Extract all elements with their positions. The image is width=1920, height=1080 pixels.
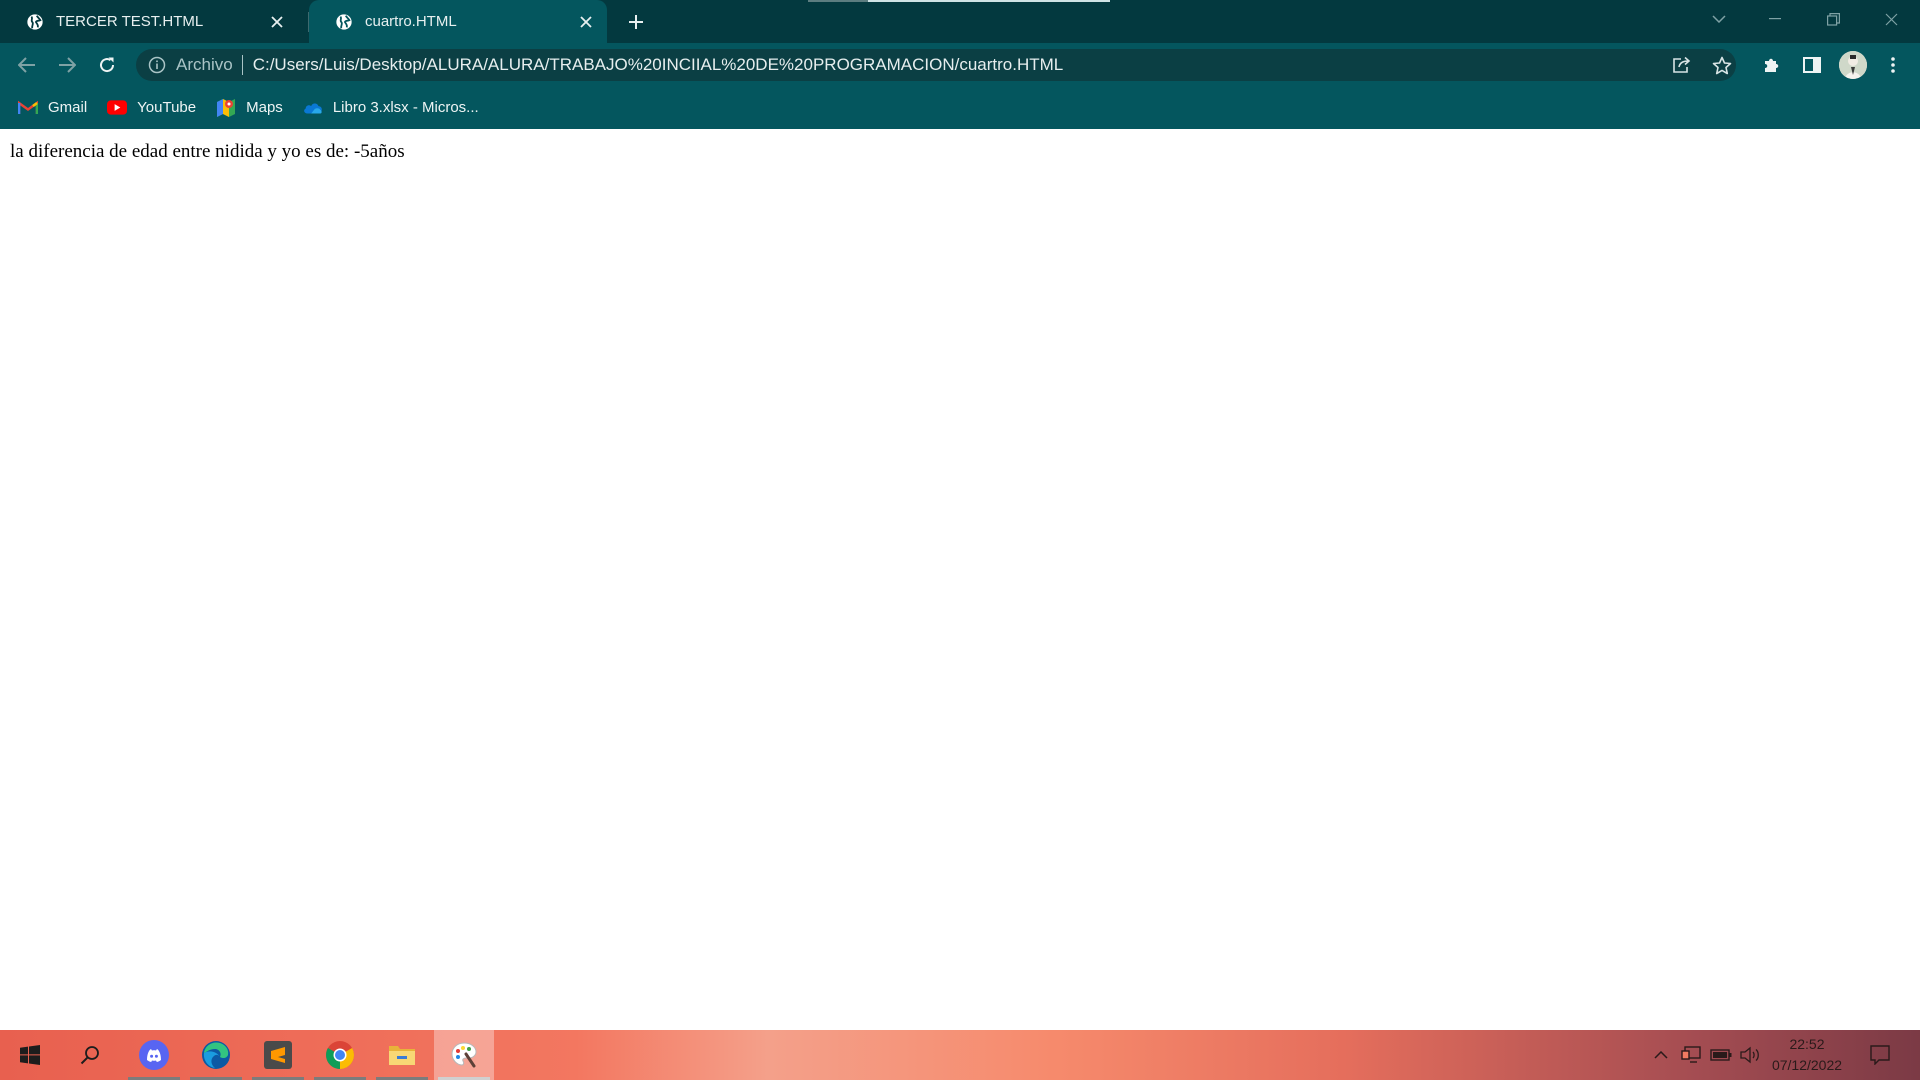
volume-button[interactable] (1736, 1030, 1766, 1080)
taskbar: 22:52 07/12/2022 (0, 1030, 1920, 1080)
file-explorer-icon (389, 1046, 415, 1065)
close-tab-button[interactable] (262, 7, 292, 37)
arrow-left-icon (18, 57, 35, 73)
side-panel-icon (1803, 57, 1821, 73)
clock-time: 22:52 (1789, 1036, 1825, 1052)
taskbar-chrome[interactable] (310, 1030, 370, 1080)
avatar-icon (1839, 51, 1867, 79)
edge-icon (202, 1041, 230, 1069)
bookmark-label: YouTube (137, 99, 197, 116)
close-icon (580, 15, 592, 28)
taskbar-paint[interactable] (434, 1030, 494, 1080)
network-button[interactable] (1676, 1030, 1706, 1080)
taskbar-discord[interactable] (124, 1030, 184, 1080)
bookmark-label: Libro 3.xlsx - Micros... (332, 99, 479, 116)
menu-button[interactable] (1876, 48, 1910, 82)
notifications-button[interactable] (1862, 1030, 1898, 1080)
back-button[interactable] (10, 48, 44, 82)
page-content: la diferencia de edad entre nidida y yo … (0, 129, 1920, 1030)
clock[interactable]: 22:52 07/12/2022 (1764, 1034, 1850, 1076)
tab-search-button[interactable] (1692, 0, 1746, 38)
globe-icon (27, 13, 43, 30)
restore-icon (1826, 12, 1840, 26)
bookmark-star-button[interactable] (1705, 48, 1739, 82)
battery-icon (1710, 1049, 1732, 1061)
forward-button[interactable] (50, 48, 84, 82)
tab-title: TERCER TEST.HTML (56, 13, 204, 30)
taskbar-file-explorer[interactable] (372, 1030, 432, 1080)
taskbar-sublime-text[interactable] (248, 1030, 308, 1080)
taskbar-edge[interactable] (186, 1030, 246, 1080)
onedrive-icon (303, 98, 323, 118)
window-edge-marker (808, 0, 868, 2)
gmail-icon (18, 98, 38, 118)
avatar (1839, 51, 1867, 79)
start-icon (20, 1045, 40, 1065)
plus-icon (629, 15, 643, 29)
address-url[interactable]: C:/Users/Luis/Desktop/ALURA/ALURA/TRABAJ… (253, 55, 1064, 75)
close-window-button[interactable] (1864, 0, 1918, 38)
show-hidden-icons-button[interactable] (1646, 1030, 1676, 1080)
info-icon (148, 56, 166, 74)
chrome-icon (326, 1041, 354, 1069)
puzzle-icon (1765, 58, 1779, 72)
bookmark-label: Gmail (48, 99, 88, 116)
youtube-icon (107, 98, 128, 118)
bookmark-libro3[interactable]: Libro 3.xlsx - Micros... (303, 93, 479, 123)
address-scheme-label: Archivo (176, 55, 233, 74)
chevron-down-icon (1712, 15, 1726, 23)
address-bar[interactable]: Archivo C:/Users/Luis/Desktop/ALURA/ALUR… (136, 49, 1736, 81)
volume-icon (1740, 1046, 1759, 1064)
battery-button[interactable] (1706, 1030, 1736, 1080)
close-tab-button[interactable] (571, 7, 601, 37)
tab-strip: TERCER TEST.HTML cuartro.HTML (0, 0, 1920, 43)
taskbar-search-button[interactable] (60, 1030, 120, 1080)
kebab-menu-icon (1891, 57, 1895, 73)
bookmarks-bar: Gmail YouTube Maps Libro 3.xlsx - Micros… (0, 86, 1920, 129)
maps-icon (216, 98, 236, 118)
share-button[interactable] (1665, 48, 1699, 82)
paint-icon (451, 1042, 477, 1068)
share-icon (1673, 56, 1691, 73)
clock-date: 07/12/2022 (1771, 1057, 1843, 1073)
extensions-button[interactable] (1755, 48, 1789, 82)
reload-icon (100, 57, 115, 73)
globe-icon (336, 13, 352, 30)
restore-button[interactable] (1806, 0, 1860, 38)
star-icon (1712, 56, 1732, 74)
profile-button[interactable] (1836, 48, 1870, 82)
address-divider (241, 55, 243, 75)
notification-icon (1870, 1045, 1890, 1065)
tab-title: cuartro.HTML (365, 13, 457, 30)
new-tab-button[interactable] (620, 6, 652, 38)
tab-tercer-test[interactable]: TERCER TEST.HTML (0, 0, 298, 43)
page-text: la diferencia de edad entre nidida y yo … (10, 141, 405, 162)
tab-cuartro[interactable]: cuartro.HTML (309, 0, 607, 43)
close-icon (271, 15, 283, 28)
side-panel-button[interactable] (1795, 48, 1829, 82)
reload-button[interactable] (90, 48, 124, 82)
window-edge-marker (868, 0, 1110, 2)
browser-toolbar: Archivo C:/Users/Luis/Desktop/ALURA/ALUR… (0, 43, 1920, 86)
minimize-button[interactable] (1748, 0, 1802, 38)
close-icon (1885, 13, 1897, 25)
chevron-up-icon (1654, 1051, 1668, 1059)
bookmark-label: Maps (246, 99, 283, 116)
start-button[interactable] (0, 1030, 60, 1080)
bookmark-gmail[interactable]: Gmail (18, 93, 87, 123)
arrow-right-icon (59, 57, 76, 73)
minimize-icon (1769, 18, 1781, 20)
bookmark-youtube[interactable]: YouTube (107, 93, 196, 123)
discord-icon (139, 1040, 169, 1070)
network-icon (1681, 1046, 1701, 1063)
sublime-text-icon (264, 1041, 292, 1069)
search-icon (80, 1046, 99, 1065)
bookmark-maps[interactable]: Maps (216, 93, 283, 123)
